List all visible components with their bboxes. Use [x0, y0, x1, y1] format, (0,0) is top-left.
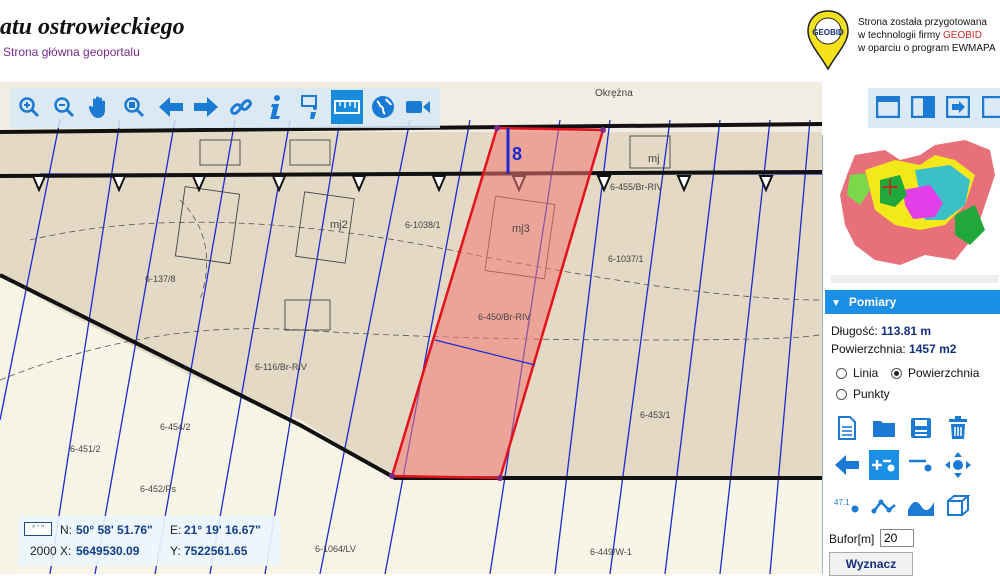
latitude-value-wrap: 50° 58' 51.76": [76, 523, 153, 537]
building-label: mj3: [512, 223, 530, 235]
parcel-label: 6-137/8: [145, 274, 176, 284]
svg-text:47.1: 47.1: [834, 498, 850, 507]
y-label: Y:: [170, 544, 181, 558]
curve-icon[interactable]: [906, 491, 936, 521]
split-view-icon[interactable]: [907, 90, 939, 124]
length-label: Długość:: [831, 324, 878, 338]
x-label: 2000 X:: [30, 544, 72, 558]
parcel-label: 6-1064/LV: [315, 544, 356, 554]
move-point-icon[interactable]: [943, 450, 973, 480]
length-row: Długość: 113.81 m: [831, 324, 931, 338]
latitude-label: N:: [60, 523, 72, 537]
buffer-input[interactable]: [880, 529, 914, 547]
globe-icon[interactable]: [367, 90, 399, 124]
length-value: 113.81 m: [881, 324, 932, 338]
zoom-out-icon[interactable]: [48, 90, 80, 124]
map-canvas[interactable]: 6-137/8 6-116/Br-RIV 6-1038/1 6-1037/1 6…: [0, 82, 822, 574]
building-label: mj: [648, 153, 660, 165]
radio-area[interactable]: Powierzchnia: [891, 366, 979, 380]
parcel-label: 6-1037/1: [608, 254, 644, 264]
compute-button[interactable]: Wyznacz: [829, 552, 913, 576]
overview-map[interactable]: [825, 135, 1000, 287]
number-label: 8: [512, 144, 522, 164]
vendor-info: Strona została przygotowana w technologi…: [858, 16, 996, 55]
longitude-value-wrap: 21° 19' 16.67": [184, 523, 261, 537]
back-arrow-icon[interactable]: [155, 90, 187, 124]
video-camera-icon[interactable]: [402, 90, 434, 124]
cube-3d-icon[interactable]: [943, 491, 973, 521]
radio-area-dot: [891, 367, 902, 379]
save-disk-icon[interactable]: [906, 413, 936, 443]
area-value: 1457 m2: [909, 342, 957, 356]
longitude-value: 21° 19' 16.67": [184, 523, 261, 537]
polyline-icon[interactable]: [869, 491, 899, 521]
zoom-window-icon[interactable]: [118, 90, 150, 124]
vendor-line3: w oparciu o program EWMAPA: [858, 43, 996, 54]
longitude-label: E:: [170, 523, 182, 537]
svg-text:GEOBID: GEOBID: [812, 28, 844, 37]
area-row: Powierzchnia: 1457 m2: [831, 342, 956, 356]
measure-ruler-icon[interactable]: [331, 90, 363, 124]
coordinates-box: ° ' " N: 50° 58' 51.76" E: 21° 19' 16.67…: [18, 516, 280, 566]
y-value: 7522561.65: [184, 544, 248, 558]
new-document-icon[interactable]: [832, 413, 862, 443]
area-label: Powierzchnia:: [831, 342, 906, 356]
radio-points-dot: [836, 388, 847, 400]
radio-area-label: Powierzchnia: [908, 366, 980, 380]
back-arrow-icon[interactable]: [832, 450, 862, 480]
buffer-label: Bufor[m]: [829, 532, 875, 546]
measurements-title: Pomiary: [848, 295, 897, 309]
remove-point-icon[interactable]: [906, 450, 936, 480]
radio-points[interactable]: Punkty: [836, 387, 890, 401]
forward-arrow-icon[interactable]: [190, 90, 222, 124]
panel-toggle-icon[interactable]: [976, 90, 1000, 124]
building-label: mj2: [330, 219, 348, 231]
add-point-icon[interactable]: [869, 450, 899, 480]
info-select-icon[interactable]: [295, 90, 327, 124]
vendor-line1: Strona została przygotowana: [858, 17, 987, 28]
pan-hand-icon[interactable]: [83, 90, 115, 124]
parcel-label: 6-453/1: [640, 410, 671, 420]
trash-icon[interactable]: [943, 413, 973, 443]
parcel-label: 6-449/W-1: [590, 547, 632, 557]
radio-line[interactable]: Linia: [836, 366, 878, 380]
x-value-wrap: 5649530.09: [76, 544, 139, 558]
geobid-logo: GEOBID: [805, 9, 851, 76]
parcel-label: 6-451/2: [70, 444, 101, 454]
link-icon[interactable]: [225, 90, 257, 124]
zoom-in-icon[interactable]: [13, 90, 45, 124]
parcel-label: 6-452/Ps: [140, 484, 177, 494]
radio-points-label: Punkty: [853, 387, 890, 401]
info-icon[interactable]: [260, 90, 292, 124]
chevron-down-icon: ▼: [831, 298, 841, 309]
coordinate-format-toggle[interactable]: ° ' ": [24, 522, 52, 536]
vendor-brand: GEOBID: [943, 30, 982, 41]
window-maximize-icon[interactable]: [872, 90, 904, 124]
label-value-icon[interactable]: 47.1: [832, 491, 862, 521]
measurements-header[interactable]: ▼ Pomiary: [825, 290, 1000, 314]
latitude-value: 50° 58' 51.76": [76, 523, 153, 537]
export-icon[interactable]: [942, 90, 974, 124]
x-value: 5649530.09: [76, 544, 140, 558]
header: atu ostrowieckiego Strona główna geoport…: [0, 0, 1000, 82]
parcel-label: 6-450/Br-RIV: [478, 312, 531, 322]
road-label: Okrężna: [595, 88, 633, 99]
vendor-line2-prefix: w technologii firmy: [858, 30, 944, 41]
y-value-wrap: 7522561.65: [184, 544, 247, 558]
radio-line-label: Linia: [853, 366, 879, 380]
overview-scrollbar[interactable]: [831, 275, 999, 283]
radio-line-dot: [836, 367, 847, 379]
parcel-label: 6-455/Br-RIV: [610, 182, 663, 192]
site-title: atu ostrowieckiego: [0, 14, 185, 40]
vendor-line2: w technologii firmy GEOBID: [858, 29, 996, 42]
parcel-label: 6-454/2: [160, 422, 191, 432]
parcel-label: 6-1038/1: [405, 220, 441, 230]
parcel-label: 6-116/Br-RIV: [255, 362, 307, 372]
open-folder-icon[interactable]: [869, 413, 899, 443]
home-link[interactable]: Strona główna geoportalu: [3, 45, 140, 59]
